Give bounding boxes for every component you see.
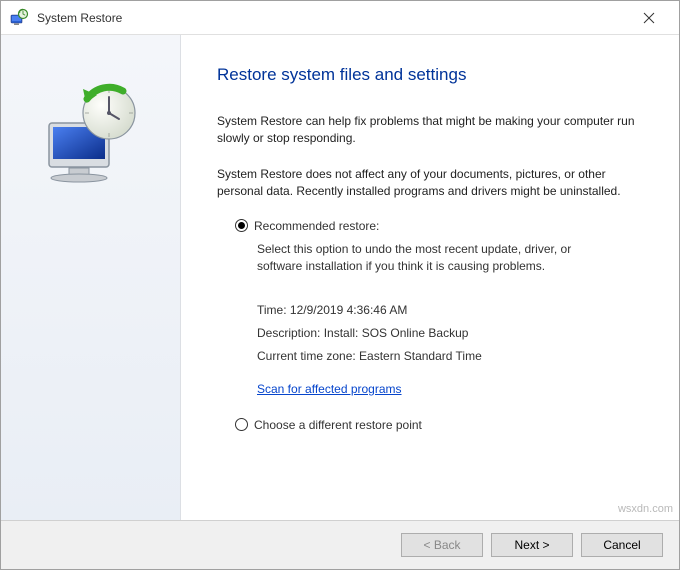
restore-timezone: Current time zone: Eastern Standard Time [257,345,643,368]
wizard-footer: < Back Next > Cancel [1,521,679,569]
system-restore-window: System Restore [0,0,680,570]
system-restore-icon [9,8,29,28]
close-button[interactable] [627,3,671,33]
next-button[interactable]: Next > [491,533,573,557]
wizard-body: Restore system files and settings System… [1,35,679,521]
radio-icon [235,219,248,232]
scan-affected-programs-link[interactable]: Scan for affected programs [257,382,402,396]
radio-icon [235,418,248,431]
radio-label: Choose a different restore point [254,418,422,432]
window-title: System Restore [37,11,627,25]
restore-illustration-icon [31,75,151,195]
titlebar: System Restore [1,1,679,35]
back-button[interactable]: < Back [401,533,483,557]
radio-label: Recommended restore: [254,219,379,233]
restore-point-details: Time: 12/9/2019 4:36:46 AM Description: … [257,299,643,367]
restore-time: Time: 12/9/2019 4:36:46 AM [257,299,643,322]
radio-recommended-restore[interactable]: Recommended restore: [235,219,643,233]
close-icon [643,12,655,24]
restore-options: Recommended restore: Select this option … [235,219,643,432]
intro-paragraph-1: System Restore can help fix problems tha… [217,113,643,148]
restore-description: Description: Install: SOS Online Backup [257,322,643,345]
cancel-button[interactable]: Cancel [581,533,663,557]
sidebar [1,35,181,520]
recommended-description: Select this option to undo the most rece… [257,241,597,276]
content-area: Restore system files and settings System… [181,35,679,520]
intro-paragraph-2: System Restore does not affect any of yo… [217,166,643,201]
page-heading: Restore system files and settings [217,65,643,85]
radio-different-restore-point[interactable]: Choose a different restore point [235,418,643,432]
